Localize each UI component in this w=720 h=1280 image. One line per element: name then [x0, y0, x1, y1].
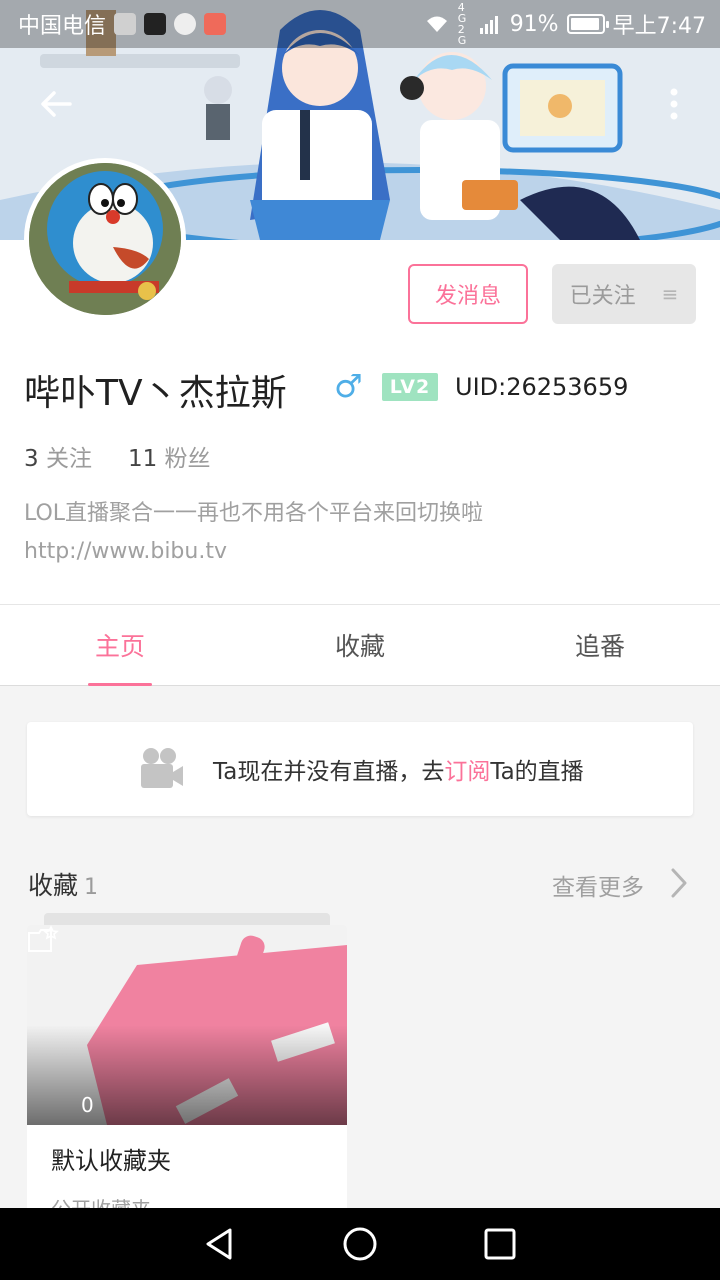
tiktok-icon — [144, 13, 167, 35]
live-status-card: Ta现在并没有直播，去订阅Ta的直播 — [27, 722, 693, 816]
nav-back-icon[interactable] — [200, 1224, 240, 1264]
chevron-right-icon[interactable] — [668, 866, 690, 900]
battery-icon — [566, 14, 609, 34]
follow-stats: 3 关注 11 粉丝 — [24, 439, 211, 473]
signal-icon — [479, 16, 498, 34]
favorites-section-title: 收藏 1 — [28, 866, 98, 902]
star-folder-icon — [28, 925, 59, 952]
user-bio: LOL直播聚合一一再也不用各个平台来回切换啦 http://www.bibu.t… — [24, 495, 483, 571]
tab-bangumi[interactable]: 追番 — [480, 605, 720, 685]
avatar[interactable] — [24, 158, 186, 320]
profile-tabs: 主页 收藏 追番 — [0, 604, 720, 686]
following-button[interactable]: 已关注 ≡ — [552, 264, 696, 324]
gender-male-icon: ♂ — [334, 367, 363, 405]
send-message-label: 发消息 — [434, 284, 501, 309]
followers-stat-label: 粉丝 — [164, 446, 211, 472]
user-name: 哔卟TV丶杰拉斯 — [24, 373, 287, 414]
live-text-after: Ta的直播 — [490, 759, 584, 785]
level-badge: LV2 — [382, 373, 438, 401]
followers-count: 11 — [127, 446, 158, 472]
folder-item-count: 0 — [81, 1093, 94, 1117]
subscribe-live-link[interactable]: 订阅 — [444, 759, 490, 785]
carrier-label: 中国电信 — [18, 14, 107, 39]
camera-icon — [141, 748, 183, 788]
nav-recents-icon[interactable] — [480, 1224, 520, 1264]
favorites-title: 收藏 — [28, 871, 79, 900]
chat-icon — [174, 13, 197, 35]
bio-line: LOL直播聚合一一再也不用各个平台来回切换啦 — [24, 501, 484, 526]
notification-app-icon — [114, 13, 137, 35]
see-more-link[interactable]: 查看更多 — [552, 868, 644, 902]
tab-favorites[interactable]: 收藏 — [240, 605, 480, 685]
status-bar: 中国电信 4G 2G 91% 早上7:47 — [0, 0, 720, 48]
folder-cover-image: 0 — [27, 925, 347, 1125]
favorites-count: 1 — [84, 875, 99, 900]
back-arrow-icon[interactable] — [36, 84, 76, 124]
favorite-folder-card[interactable]: 0 默认收藏夹 公开收藏夹 — [27, 925, 347, 1215]
folder-name: 默认收藏夹 — [51, 1147, 171, 1175]
following-stat-label: 关注 — [45, 446, 92, 472]
tab-home[interactable]: 主页 — [0, 605, 240, 686]
followers-stat[interactable]: 11 粉丝 — [128, 446, 211, 472]
battery-percent: 91% — [509, 11, 559, 37]
system-nav-bar — [0, 1208, 720, 1280]
more-vert-icon[interactable] — [660, 84, 688, 124]
user-uid: UID:26253659 — [455, 373, 629, 401]
network-type: 4G 2G — [457, 1, 467, 47]
following-stat[interactable]: 3 关注 — [24, 446, 92, 472]
send-message-button[interactable]: 发消息 — [408, 264, 528, 324]
bio-link[interactable]: http://www.bibu.tv — [24, 533, 483, 571]
mail-app-icon — [204, 13, 227, 35]
following-label: 已关注 — [569, 284, 636, 309]
follow-menu-icon: ≡ — [661, 282, 679, 306]
clock: 早上7:47 — [612, 14, 706, 39]
following-count: 3 — [24, 446, 39, 472]
wifi-icon — [426, 16, 447, 32]
live-text-before: Ta现在并没有直播，去 — [213, 759, 445, 785]
nav-home-icon[interactable] — [340, 1224, 380, 1264]
